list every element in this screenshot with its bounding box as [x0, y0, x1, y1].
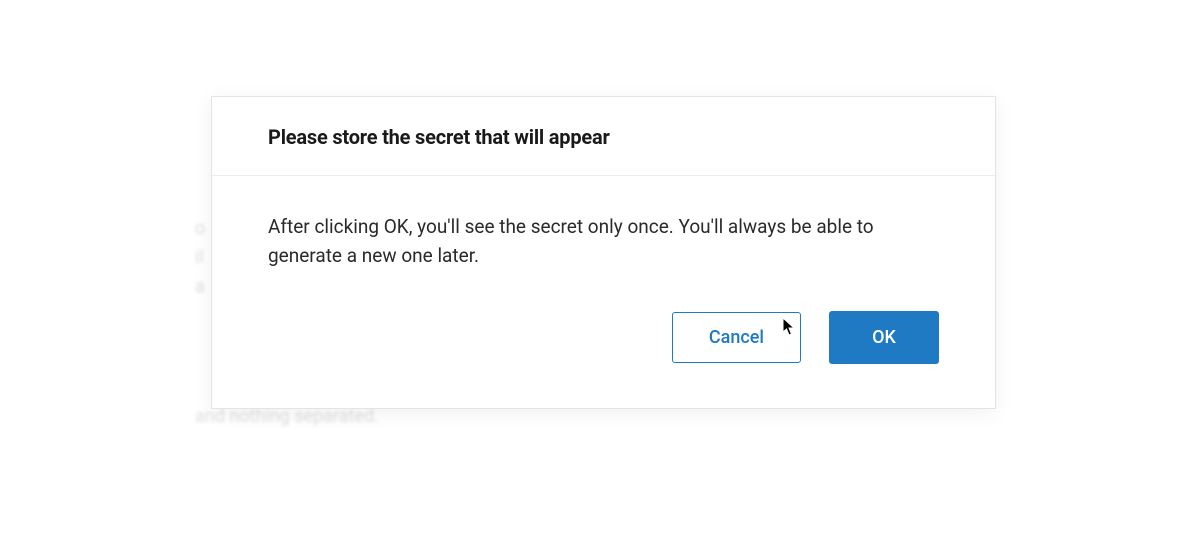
cancel-button[interactable]: Cancel — [672, 312, 801, 363]
backdrop-text-line: a — [195, 276, 205, 297]
backdrop-text-line: il — [195, 247, 204, 268]
dialog-header: Please store the secret that will appear — [212, 97, 995, 176]
dialog-body: After clicking OK, you'll see the secret… — [212, 176, 995, 291]
backdrop-text-line: and nothing separated. — [195, 406, 379, 427]
dialog-message: After clicking OK, you'll see the secret… — [268, 212, 939, 271]
confirmation-dialog: Please store the secret that will appear… — [211, 96, 996, 409]
ok-button[interactable]: OK — [829, 311, 939, 364]
dialog-title: Please store the secret that will appear — [268, 125, 939, 149]
dialog-footer: Cancel OK — [212, 291, 995, 408]
backdrop-text-line: o — [195, 218, 205, 239]
